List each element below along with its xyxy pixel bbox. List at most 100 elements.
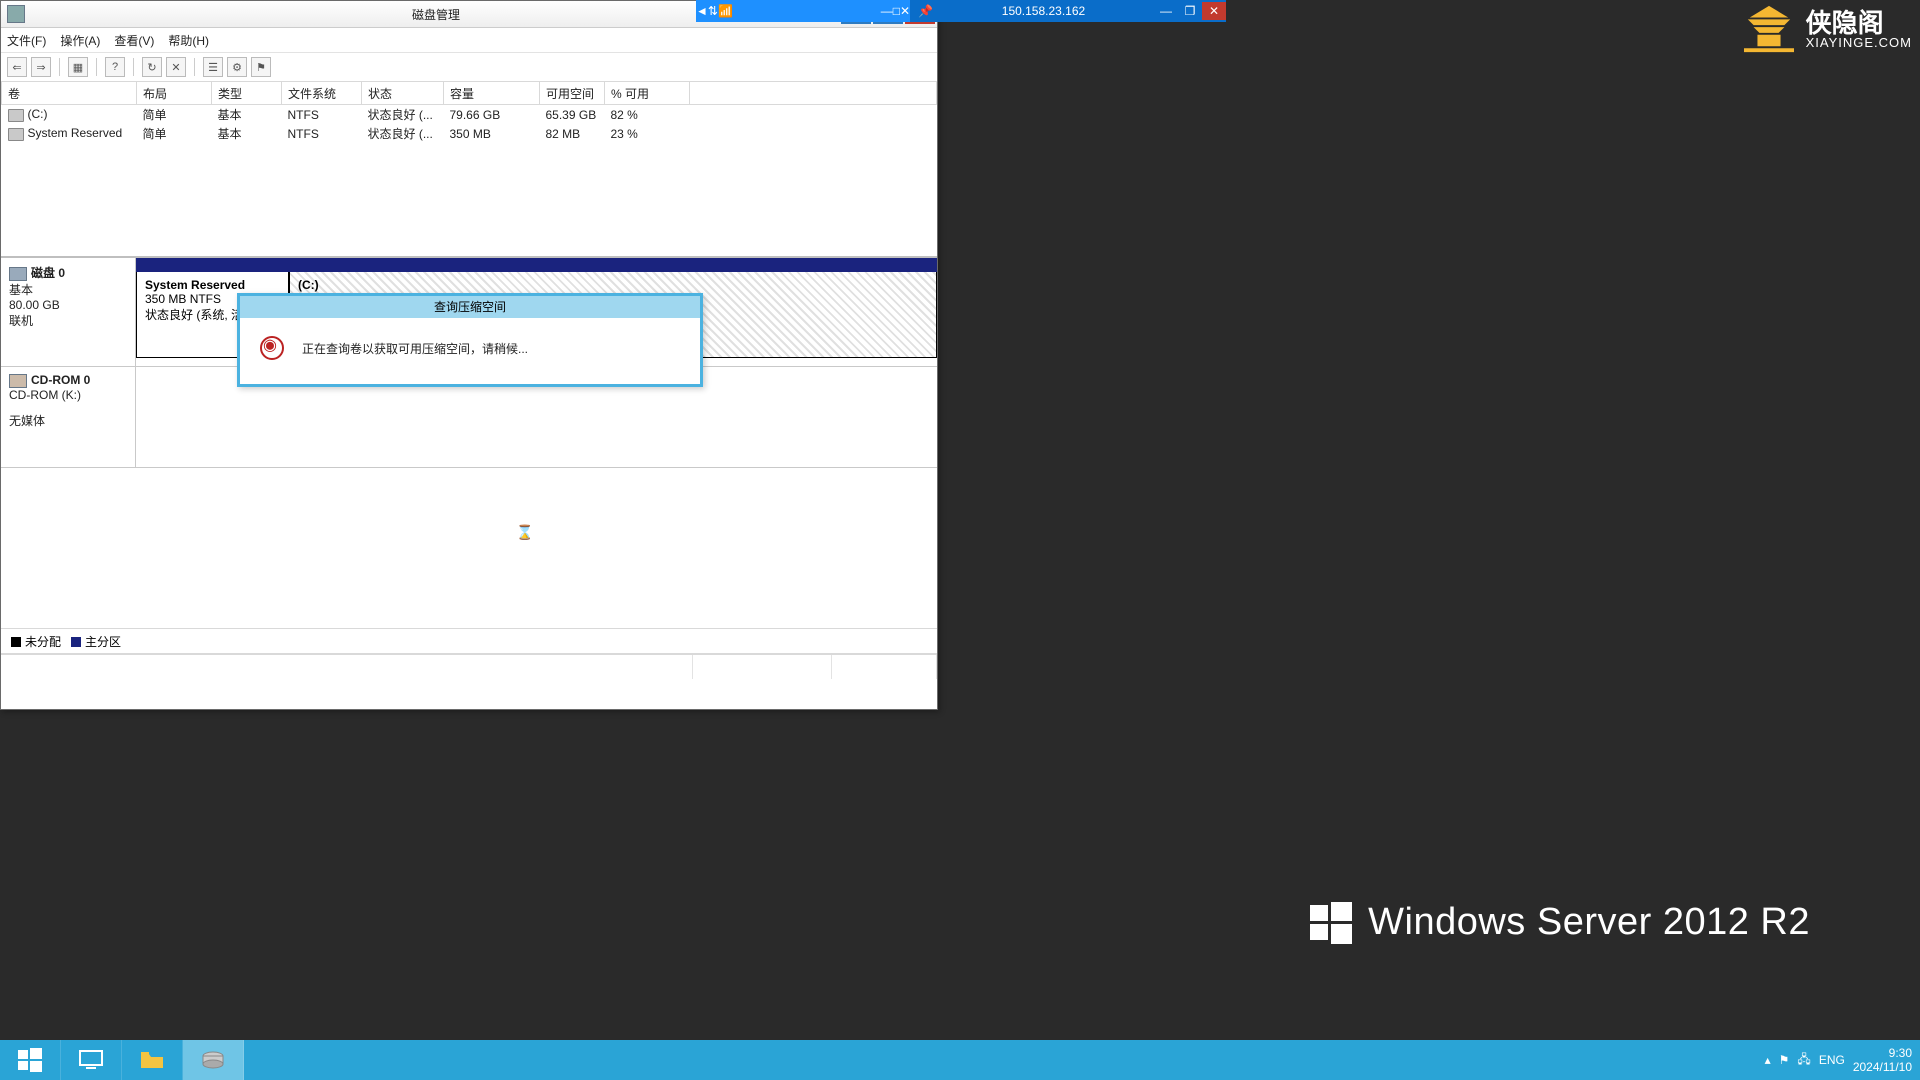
forward-icon[interactable]: ⇒: [31, 57, 51, 77]
desktop: 磁盘管理 — □ ✕ 文件(F) 操作(A) 查看(V) 帮助(H) ⇐ ⇒ ▦…: [0, 0, 1920, 1080]
xiayinge-title: 侠隐阁: [1806, 10, 1912, 36]
col-free[interactable]: 可用空间: [540, 82, 605, 105]
server-manager-button[interactable]: [61, 1040, 122, 1080]
rdp-close-button[interactable]: ✕: [1202, 2, 1226, 20]
col-volume[interactable]: 卷: [2, 82, 137, 105]
rdp-minimize-button[interactable]: —: [1154, 2, 1178, 20]
status-bar: [1, 654, 937, 679]
legend-label: 主分区: [85, 635, 121, 649]
cell: 简单: [137, 124, 212, 143]
views-icon[interactable]: ▦: [68, 57, 88, 77]
menu-help[interactable]: 帮助(H): [168, 32, 209, 49]
list-icon[interactable]: ☰: [203, 57, 223, 77]
col-layout[interactable]: 布局: [137, 82, 212, 105]
tray-overflow-icon[interactable]: ▴: [1765, 1053, 1771, 1067]
volume-row[interactable]: System Reserved 简单 基本 NTFS 状态良好 (... 350…: [2, 124, 937, 143]
explorer-button[interactable]: [122, 1040, 183, 1080]
separator: [194, 58, 195, 76]
cell: 23 %: [605, 124, 690, 143]
taskbar-clock[interactable]: 9:30 2024/11/10: [1853, 1046, 1912, 1075]
arrow-up-icon[interactable]: ⇅: [708, 4, 718, 18]
hourglass-cursor: ⌛: [516, 524, 533, 541]
xiayinge-logo: 侠隐阁 XIAYINGE.COM: [1740, 4, 1912, 54]
rdp-restore-button[interactable]: ❐: [1178, 2, 1202, 20]
tray-network-icon[interactable]: 🖧: [1797, 1050, 1810, 1071]
cell: 65.39 GB: [540, 105, 605, 125]
disk-icon: [9, 267, 27, 281]
menu-view[interactable]: 查看(V): [114, 32, 154, 49]
legend: 未分配 主分区: [1, 628, 937, 653]
watermark-text: Windows Server 2012 R2: [1368, 901, 1810, 944]
rdp-signal-bar[interactable]: ◄ ⇅ 📶 — □ ✕: [696, 0, 910, 22]
dialog-message: 正在查询卷以获取可用压缩空间，请稍候...: [302, 340, 528, 357]
col-status[interactable]: 状态: [362, 82, 444, 105]
cell: 状态良好 (...: [362, 124, 444, 143]
help-icon[interactable]: ?: [105, 57, 125, 77]
part-title: System Reserved: [145, 278, 245, 292]
dialog-title[interactable]: 查询压缩空间: [240, 296, 700, 318]
x-icon[interactable]: ✕: [900, 4, 910, 18]
busy-icon: [260, 336, 284, 360]
system-tray: ▴ ⚑ 🖧 ENG 9:30 2024/11/10: [1765, 1040, 1920, 1080]
clock-time: 9:30: [1853, 1046, 1912, 1060]
col-fs[interactable]: 文件系统: [282, 82, 362, 105]
rdp-connection-bar[interactable]: 📌 150.158.23.162 — ❐ ✕: [910, 0, 1226, 22]
cell: 350 MB: [444, 124, 540, 143]
cdrom-icon: [9, 374, 27, 388]
cdrom-name: CD-ROM 0: [31, 373, 90, 387]
start-button[interactable]: [0, 1040, 61, 1080]
menu-bar: 文件(F) 操作(A) 查看(V) 帮助(H): [1, 28, 937, 53]
col-capacity[interactable]: 容量: [444, 82, 540, 105]
separator: [96, 58, 97, 76]
xiayinge-url: XIAYINGE.COM: [1806, 36, 1912, 49]
col-spacer: [690, 82, 937, 105]
disk-type: 基本: [9, 281, 127, 298]
max-icon[interactable]: □: [893, 4, 900, 18]
cell: 82 %: [605, 105, 690, 125]
legend-swatch-unallocated: [11, 637, 21, 647]
arrow-left-icon[interactable]: ◄: [696, 4, 708, 18]
menu-file[interactable]: 文件(F): [7, 32, 46, 49]
col-percent[interactable]: % 可用: [605, 82, 690, 105]
windows-logo-icon: [1310, 902, 1352, 944]
cdrom-drive: CD-ROM (K:): [9, 388, 127, 402]
back-icon[interactable]: ⇐: [7, 57, 27, 77]
cell: 状态良好 (...: [362, 105, 444, 125]
toolbar: ⇐ ⇒ ▦ ? ↻ ✕ ☰ ⚙ ⚑: [1, 53, 937, 82]
disk-size: 80.00 GB: [9, 298, 127, 312]
tray-flag-icon[interactable]: ⚑: [1779, 1053, 1790, 1067]
pavilion-icon: [1740, 4, 1798, 54]
disk-header-strip: [136, 258, 937, 272]
menu-action[interactable]: 操作(A): [60, 32, 100, 49]
os-watermark: Windows Server 2012 R2: [1310, 901, 1810, 944]
delete-icon[interactable]: ✕: [166, 57, 186, 77]
rdp-ip: 150.158.23.162: [933, 4, 1154, 18]
volume-row[interactable]: (C:) 简单 基本 NTFS 状态良好 (... 79.66 GB 65.39…: [2, 105, 937, 125]
min-icon[interactable]: —: [881, 4, 893, 18]
refresh-icon[interactable]: ↻: [142, 57, 162, 77]
taskbar-spacer[interactable]: [244, 1040, 1765, 1080]
properties-icon[interactable]: ⚙: [227, 57, 247, 77]
tray-language[interactable]: ENG: [1819, 1053, 1845, 1067]
clock-date: 2024/11/10: [1853, 1060, 1912, 1074]
col-type[interactable]: 类型: [212, 82, 282, 105]
volume-table: 卷 布局 类型 文件系统 状态 容量 可用空间 % 可用 (C:) 简单 基本 …: [1, 82, 937, 143]
disk-state: 联机: [9, 312, 127, 329]
cdrom-state: 无媒体: [9, 412, 127, 429]
separator: [133, 58, 134, 76]
cell: 基本: [212, 105, 282, 125]
cell: 简单: [137, 105, 212, 125]
cell: NTFS: [282, 124, 362, 143]
disk-management-task-button[interactable]: [183, 1040, 244, 1080]
settings-icon[interactable]: ⚑: [251, 57, 271, 77]
taskbar: ▴ ⚑ 🖧 ENG 9:30 2024/11/10: [0, 1040, 1920, 1080]
cell: (C:): [28, 107, 48, 121]
disk-name: 磁盘 0: [31, 266, 65, 280]
cell: System Reserved: [28, 126, 123, 140]
cell: 基本: [212, 124, 282, 143]
cdrom-info: CD-ROM 0 CD-ROM (K:) 无媒体: [1, 367, 136, 467]
volume-list-pane[interactable]: 卷 布局 类型 文件系统 状态 容量 可用空间 % 可用 (C:) 简单 基本 …: [1, 82, 937, 258]
legend-swatch-primary: [71, 637, 81, 647]
part-size: 350 MB NTFS: [145, 292, 221, 306]
pin-icon[interactable]: 📌: [918, 4, 933, 18]
